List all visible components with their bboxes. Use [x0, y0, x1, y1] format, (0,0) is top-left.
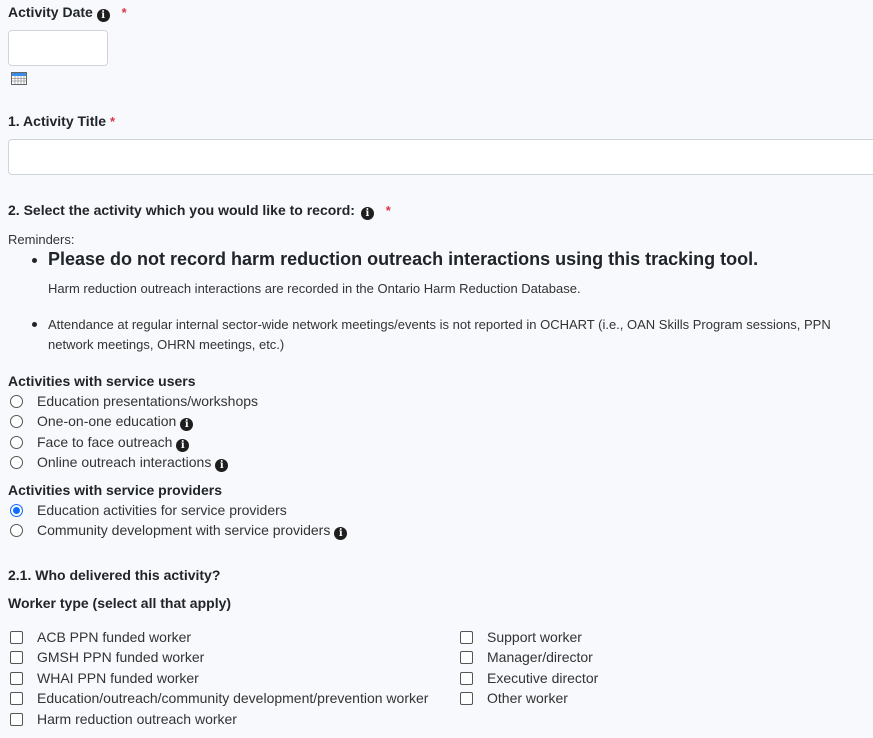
- required-mark: *: [109, 114, 115, 129]
- activity-title-label: 1. Activity Title: [8, 113, 107, 129]
- reminder-text-line1: Attendance at regular internal sector-wi…: [48, 317, 831, 332]
- bullet: [32, 322, 37, 327]
- worker-type-label: Worker type (select all that apply): [8, 595, 232, 611]
- info-icon[interactable]: i: [176, 439, 190, 452]
- calendar-icon[interactable]: [11, 72, 27, 85]
- option-label[interactable]: Face to face outreach: [37, 434, 172, 450]
- checkbox-acb-ppn[interactable]: [10, 631, 23, 644]
- checkbox-label[interactable]: Manager/director: [487, 649, 593, 665]
- required-mark: *: [385, 203, 391, 218]
- select-activity-label-row: 2. Select the activity which you would l…: [8, 202, 391, 220]
- info-icon[interactable]: i: [360, 207, 374, 220]
- option-label-row: One-on-one education i: [37, 413, 194, 431]
- activity-date-input[interactable]: [8, 30, 108, 66]
- checkbox-executive-director[interactable]: [460, 672, 473, 685]
- checkbox-label[interactable]: GMSH PPN funded worker: [37, 649, 204, 665]
- radio-community-development[interactable]: [10, 524, 23, 537]
- checkbox-label[interactable]: WHAI PPN funded worker: [37, 670, 199, 686]
- option-label[interactable]: Education presentations/workshops: [37, 393, 258, 409]
- group-heading-service-users: Activities with service users: [8, 373, 196, 389]
- reminder-headline: Please do not record harm reduction outr…: [48, 249, 759, 269]
- reminder-detail: Harm reduction outreach interactions are…: [48, 281, 581, 296]
- select-activity-label: 2. Select the activity which you would l…: [8, 202, 355, 218]
- option-label[interactable]: Community development with service provi…: [37, 522, 330, 538]
- checkbox-manager-director[interactable]: [460, 651, 473, 664]
- option-label-row: Face to face outreach i: [37, 434, 190, 452]
- info-icon[interactable]: i: [96, 9, 110, 22]
- radio-online-outreach[interactable]: [10, 456, 23, 469]
- checkbox-label[interactable]: Other worker: [487, 690, 568, 706]
- option-label[interactable]: One-on-one education: [37, 413, 176, 429]
- info-icon[interactable]: i: [180, 418, 194, 431]
- checkbox-label[interactable]: Executive director: [487, 670, 598, 686]
- activity-title-input[interactable]: [8, 139, 873, 175]
- radio-face-to-face-outreach[interactable]: [10, 436, 23, 449]
- checkbox-whai-ppn[interactable]: [10, 672, 23, 685]
- radio-education-presentations[interactable]: [10, 395, 23, 408]
- info-icon[interactable]: i: [215, 459, 229, 472]
- activity-date-label-row: Activity Date i *: [8, 4, 127, 22]
- option-label[interactable]: Online outreach interactions: [37, 454, 211, 470]
- checkbox-label[interactable]: Harm reduction outreach worker: [37, 711, 237, 727]
- checkbox-label[interactable]: Support worker: [487, 629, 582, 645]
- checkbox-label[interactable]: Education/outreach/community development…: [37, 690, 428, 706]
- reminder-text-line2: network meetings, OHRN meetings, etc.): [48, 337, 285, 352]
- activity-title-label-row: 1. Activity Title *: [8, 113, 115, 129]
- option-label-row: Community development with service provi…: [37, 522, 348, 540]
- bullet: [32, 258, 37, 263]
- option-label[interactable]: Education activities for service provide…: [37, 502, 287, 518]
- radio-education-activities-providers[interactable]: [10, 504, 23, 517]
- group-heading-service-providers: Activities with service providers: [8, 482, 222, 498]
- checkbox-gmsh-ppn[interactable]: [10, 651, 23, 664]
- checkbox-harm-reduction-worker[interactable]: [10, 713, 23, 726]
- activity-date-label: Activity Date: [8, 4, 93, 20]
- checkbox-other-worker[interactable]: [460, 692, 473, 705]
- option-label-row: Online outreach interactions i: [37, 454, 229, 472]
- radio-one-on-one-education[interactable]: [10, 415, 23, 428]
- info-icon[interactable]: i: [334, 527, 348, 540]
- checkbox-support-worker[interactable]: [460, 631, 473, 644]
- who-delivered-label: 2.1. Who delivered this activity?: [8, 567, 221, 583]
- reminders-label: Reminders:: [8, 232, 75, 247]
- required-mark: *: [121, 5, 127, 20]
- checkbox-education-outreach-worker[interactable]: [10, 692, 23, 705]
- checkbox-label[interactable]: ACB PPN funded worker: [37, 629, 191, 645]
